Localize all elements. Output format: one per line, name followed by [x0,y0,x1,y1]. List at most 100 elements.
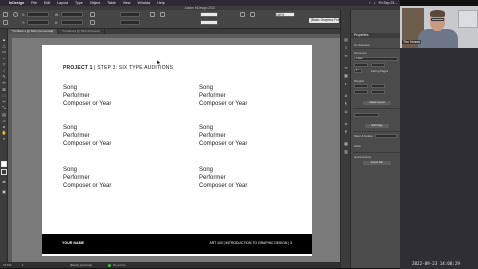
wifi-icon[interactable]: ◔ [369,1,371,5]
audition-block-1[interactable]: Song Performer Composer or Year [63,85,111,108]
x-field[interactable] [27,12,49,17]
page-dropdown[interactable] [354,113,379,117]
effects-icon[interactable] [240,12,245,17]
audition-block-5[interactable]: Song Performer Composer or Year [63,167,111,190]
page-footer[interactable]: YOUR NAME ART 100 | INTRODUCTION TO GRAP… [42,234,312,254]
character-styles-icon[interactable]: A [343,122,349,126]
menu-object[interactable]: Object [90,1,100,5]
facing-pages-label[interactable]: Facing Pages [371,69,388,73]
page-height-field[interactable] [371,63,385,67]
page-tool-icon[interactable]: ▭ [1,49,7,54]
free-transform-tool-icon[interactable]: ⤡ [1,105,7,110]
scissors-tool-icon[interactable]: ✂ [1,99,7,104]
margin-right-field[interactable] [371,90,385,94]
direct-selection-tool-icon[interactable]: △ [1,43,7,48]
margin-bottom-field[interactable] [354,90,368,94]
webcam-window [458,10,478,28]
table-styles-icon[interactable]: ▥ [343,150,349,154]
swap-colors-icon[interactable]: ⇄ [1,179,7,184]
stroke-panel-icon[interactable]: ═ [343,66,349,70]
audition-block-6[interactable]: Song Performer Composer or Year [199,167,247,190]
page-heading[interactable]: PROJECT 1 | STEP 3: SIX TYPE AUDITIONS [63,65,173,71]
share-icon[interactable] [3,20,8,25]
adjust-layout-button[interactable]: Adjust Layout [363,101,391,105]
page-size-value: Letter [356,57,363,60]
zoom-level[interactable]: 72.5% [3,263,12,267]
pen-tool-icon[interactable]: ✎ [1,74,7,79]
rotate-icon[interactable] [90,20,95,25]
menu-edit[interactable]: Edit [44,1,50,5]
divider [353,108,400,109]
color-panel-icon[interactable]: ◐ [343,82,349,86]
w-field[interactable] [61,12,83,17]
menu-layout[interactable]: Layout [57,1,68,5]
stroke-type-field[interactable] [200,20,218,25]
preflight-status-icon [108,263,111,267]
song-text: Song [199,125,214,131]
opacity-field[interactable]: 100% [275,12,295,17]
frame-style-dropdown[interactable]: [Basic Graphics Frame] [309,18,344,23]
home-icon[interactable] [3,12,8,17]
tools-panel: ▲ △ ▭ ↔ T / ✎ ✏ ⊠ □ ✂ ⤡ ▤ ▱ ⌀ ✋ ⌕ ⇄ ▣ [0,29,8,262]
paragraph-panel-icon[interactable]: ¶ [343,102,349,106]
menu-table[interactable]: Table [107,1,116,5]
menu-file[interactable]: File [31,1,37,5]
margin-left-field[interactable] [371,84,385,88]
properties-tab[interactable]: Properties [351,33,402,38]
search-icon[interactable]: ⌕ [374,1,376,5]
stroke-swatch-icon[interactable] [160,12,165,17]
menu-help[interactable]: Help [157,1,164,5]
audition-block-3[interactable]: Song Performer Composer or Year [63,125,111,148]
links-panel-icon[interactable]: ∞ [343,54,349,58]
preflight-state[interactable]: [Basic] (working) [70,263,92,267]
eyedropper-tool-icon[interactable]: ⌀ [1,124,7,129]
note-tool-icon[interactable]: ▱ [1,118,7,123]
page-width-field[interactable] [354,63,368,67]
character-panel-icon[interactable]: A [343,94,349,98]
ruler-units-dropdown[interactable] [375,134,397,138]
zoom-tool-icon[interactable]: ⌕ [1,136,7,141]
menu-type[interactable]: Type [75,1,83,5]
stroke-weight-field[interactable] [200,12,218,17]
page-count-field[interactable]: 1 [354,69,362,73]
gap-tool-icon[interactable]: ↔ [1,55,7,60]
hand-tool-icon[interactable]: ✋ [1,130,7,135]
scale-icon[interactable] [90,12,95,17]
shadow-icon[interactable] [250,12,255,17]
scale-y-field[interactable] [120,20,140,25]
rectangle-frame-tool-icon[interactable]: ⊠ [1,87,7,92]
selection-tool-icon[interactable]: ▲ [1,37,7,42]
type-tool-icon[interactable]: T [1,62,7,67]
swatches-panel-icon[interactable]: ▦ [343,74,349,78]
page-number[interactable]: 1 [22,263,24,267]
margin-top-field[interactable] [354,84,368,88]
reference-point-icon[interactable] [13,12,18,17]
stroke-swatch-icon[interactable] [1,169,7,175]
menu-window[interactable]: Window [138,1,151,5]
paragraph-styles-icon[interactable]: ¶ [343,130,349,134]
edit-page-button[interactable]: Edit Page [365,124,389,128]
glyphs-panel-icon[interactable]: Ω [343,110,349,114]
page-size-dropdown[interactable]: Letter [354,57,398,61]
audition-block-4[interactable]: Song Performer Composer or Year [199,125,247,148]
fill-swatch-icon[interactable] [1,161,7,167]
menu-app[interactable]: InDesign [9,1,24,5]
y-field[interactable] [27,20,49,25]
clock-status[interactable]: Fri Sep 23 ... [379,1,398,5]
line-tool-icon[interactable]: / [1,68,7,73]
audition-block-2[interactable]: Song Performer Composer or Year [199,85,247,108]
menu-view[interactable]: View [123,1,131,5]
table-panel-icon[interactable]: ▦ [343,142,349,146]
scale-x-field[interactable] [120,12,140,17]
preflight-errors[interactable]: No errors [113,263,126,267]
h-field[interactable] [61,20,83,25]
document-page[interactable]: PROJECT 1 | STEP 3: SIX TYPE AUDITIONS S… [42,45,312,256]
gradient-tool-icon[interactable]: ▤ [1,112,7,117]
import-file-button[interactable]: Import File [363,161,391,165]
pages-panel-icon[interactable]: ▤ [343,38,349,42]
rectangle-tool-icon[interactable]: □ [1,93,7,98]
pencil-tool-icon[interactable]: ✏ [1,80,7,85]
view-mode-icon[interactable]: ▣ [1,189,7,194]
layers-panel-icon[interactable]: ≡ [343,46,349,50]
fill-swatch-icon[interactable] [150,12,155,17]
